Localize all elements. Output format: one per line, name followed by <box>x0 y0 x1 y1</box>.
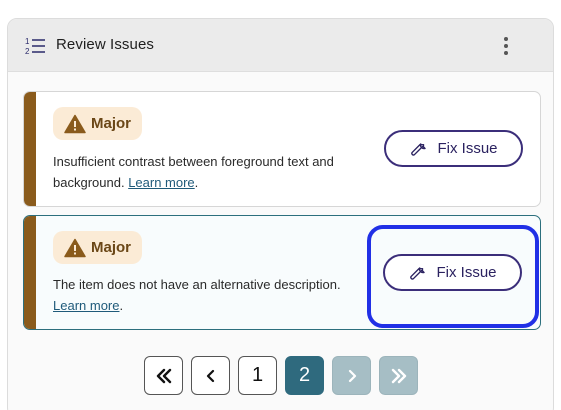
severity-badge: Major <box>53 107 143 140</box>
severity-bar <box>24 216 36 329</box>
kebab-menu-icon[interactable] <box>499 35 513 57</box>
double-chevron-right-icon <box>391 368 406 383</box>
last-page-button[interactable] <box>379 356 418 395</box>
fix-issue-button[interactable]: Fix Issue <box>383 254 522 291</box>
svg-text:1: 1 <box>25 37 30 46</box>
severity-badge: Major <box>53 231 143 264</box>
panel-header: 1 2 Review Issues <box>8 19 553 72</box>
issue-card: Major The item does not have an alternat… <box>23 215 541 330</box>
fix-issue-button[interactable]: Fix Issue <box>384 130 523 167</box>
warning-triangle-icon <box>64 238 86 257</box>
wrench-icon <box>411 143 427 156</box>
first-page-button[interactable] <box>144 356 183 395</box>
fix-issue-label: Fix Issue <box>436 264 497 281</box>
page-button-1[interactable]: 1 <box>238 356 277 395</box>
numbered-list-icon: 1 2 <box>25 37 45 56</box>
issue-description: Insufficient contrast between foreground… <box>53 154 334 190</box>
severity-label: Major <box>91 115 132 132</box>
previous-page-button[interactable] <box>191 356 230 395</box>
learn-more-link[interactable]: Learn more <box>128 175 194 190</box>
wrench-icon <box>410 267 426 280</box>
issue-description: The item does not have an alternative de… <box>53 277 341 313</box>
review-issues-panel: 1 2 Review Issues Major Insufficient con… <box>7 18 554 410</box>
severity-bar <box>24 92 36 206</box>
issue-card: Major Insufficient contrast between fore… <box>23 91 541 207</box>
panel-title: Review Issues <box>56 36 155 53</box>
issue-description-text: The item does not have an alternative de… <box>53 277 341 292</box>
page-button-2[interactable]: 2 <box>285 356 324 395</box>
next-page-button[interactable] <box>332 356 371 395</box>
chevron-right-icon <box>348 369 356 382</box>
chevron-left-icon <box>206 369 214 382</box>
svg-text:2: 2 <box>25 47 30 56</box>
learn-more-link[interactable]: Learn more <box>53 298 119 313</box>
warning-triangle-icon <box>64 114 86 133</box>
fix-issue-label: Fix Issue <box>437 140 498 157</box>
severity-label: Major <box>91 239 132 256</box>
double-chevron-left-icon <box>156 368 171 383</box>
